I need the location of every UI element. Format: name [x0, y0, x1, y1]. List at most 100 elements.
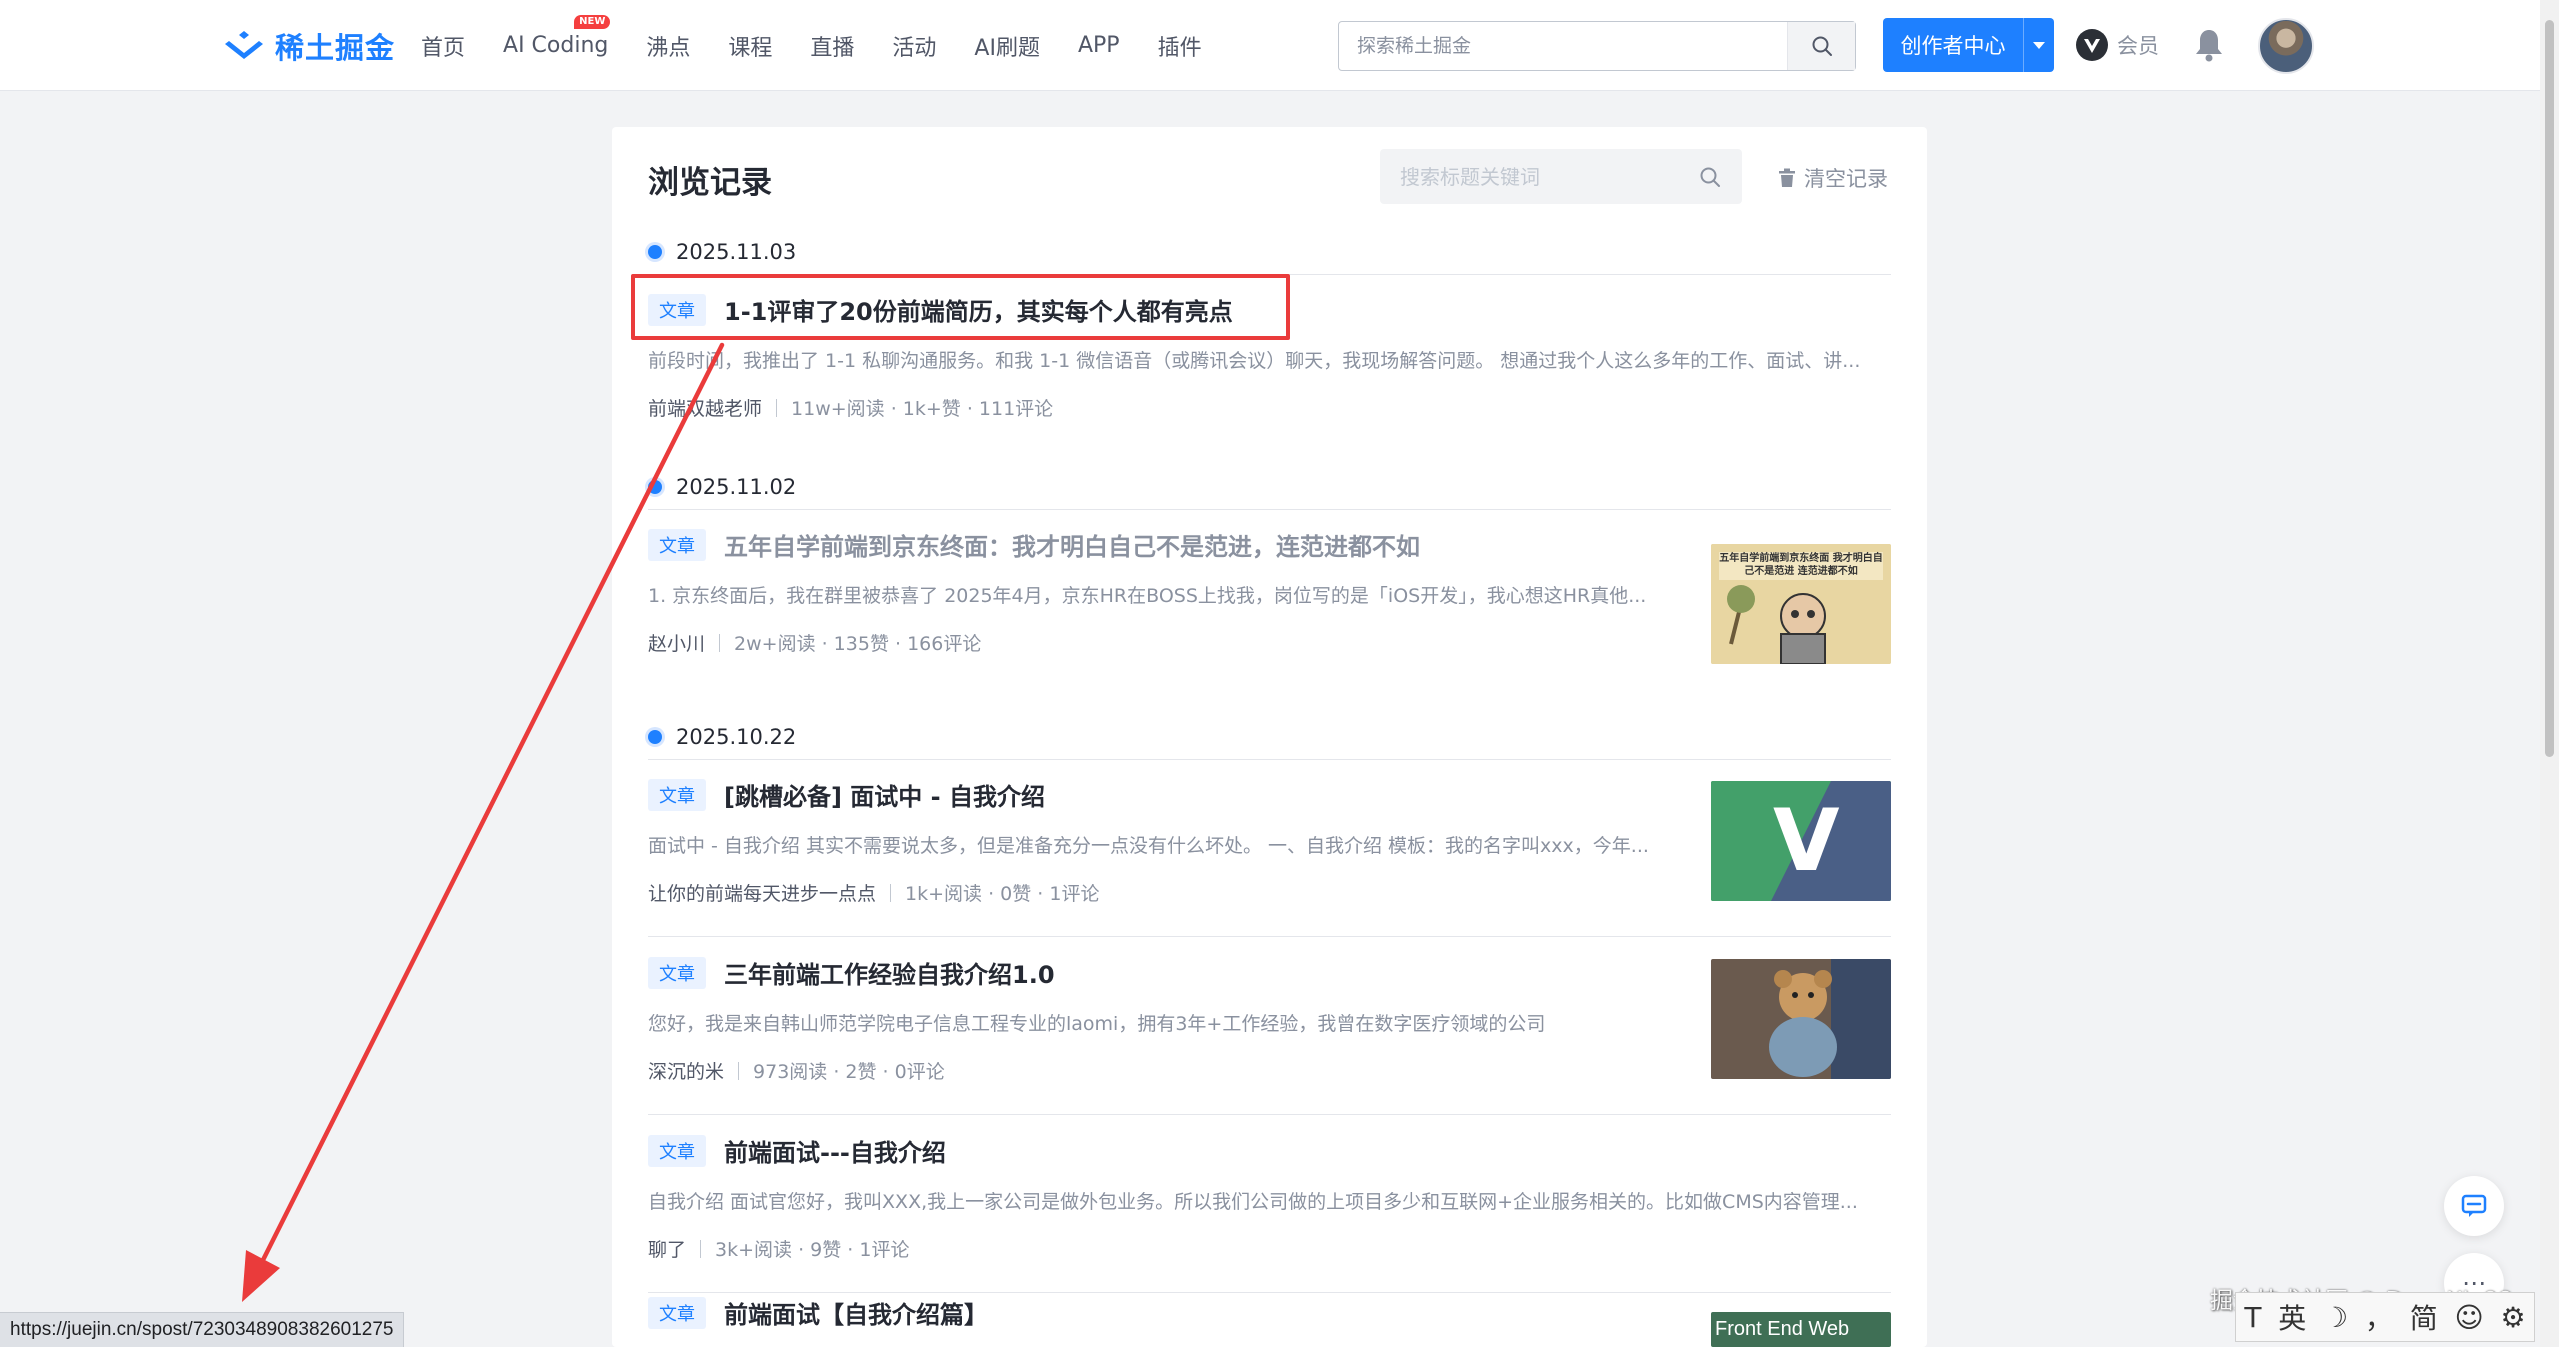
article-summary: 自我介绍 面试官您好，我叫XXX,我上一家公司是做外包业务。所以我们公司做的上项…: [648, 1191, 1858, 1213]
history-search-input[interactable]: [1380, 149, 1690, 204]
scrollbar-thumb[interactable]: [2545, 20, 2554, 757]
vip-badge-icon: [2076, 29, 2108, 61]
article-thumbnail[interactable]: Front End Web: [1711, 1312, 1891, 1347]
article-stats: 973阅读 · 2赞 · 0评论: [753, 1061, 945, 1083]
history-article[interactable]: 文章 1-1评审了20份前端简历，其实每个人都有亮点 前段时间，我推出了 1-1…: [648, 292, 1891, 448]
ime-emoji-icon[interactable]: ☺: [2454, 1301, 2483, 1334]
history-article[interactable]: 文章 [跳槽必备] 面试中 - 自我介绍 面试中 - 自我介绍 其实不需要说太多…: [648, 777, 1891, 937]
nav-home[interactable]: 首页: [421, 30, 465, 62]
article-tag: 文章: [648, 778, 706, 811]
nav-events[interactable]: 活动: [892, 30, 936, 62]
nav-ai-coding-label: AI Coding: [503, 33, 609, 58]
ime-punct-toggle[interactable]: ，: [2365, 1297, 2393, 1337]
article-stats: 2w+阅读 · 135赞 · 166评论: [734, 633, 982, 655]
history-article[interactable]: 文章 三年前端工作经验自我介绍1.0 您好，我是来自韩山师范学院电子信息工程专业…: [648, 955, 1891, 1115]
nav-events-label: 活动: [892, 35, 937, 61]
article-summary: 前段时间，我推出了 1-1 私聊沟通服务。和我 1-1 微信语音（或腾讯会议）聊…: [648, 350, 1861, 372]
date-group-header: 2025.11.02: [648, 464, 1891, 510]
nav-home-label: 首页: [421, 35, 466, 61]
article-meta: 赵小川 2w+阅读 · 135赞 · 166评论: [648, 629, 981, 656]
nav-pins[interactable]: 沸点: [646, 30, 690, 62]
meta-divider: [738, 1061, 740, 1080]
nav-live-label: 直播: [810, 35, 855, 61]
nav-app[interactable]: APP: [1078, 33, 1120, 58]
article-title[interactable]: [跳槽必备] 面试中 - 自我介绍: [724, 777, 1045, 812]
meta-divider: [776, 398, 778, 417]
notification-bell-icon[interactable]: [2193, 27, 2225, 63]
creator-center-label: 创作者中心: [1900, 34, 2006, 58]
history-article[interactable]: 文章 前端面试---自我介绍 自我介绍 面试官您好，我叫XXX,我上一家公司是做…: [648, 1133, 1891, 1293]
ime-settings-icon[interactable]: ⚙: [2500, 1301, 2525, 1334]
user-avatar[interactable]: [2258, 18, 2314, 74]
site-search-button[interactable]: [1787, 22, 1855, 70]
nav-extension[interactable]: 插件: [1158, 30, 1202, 62]
date-group-header: 2025.11.03: [648, 229, 1891, 275]
meta-divider: [700, 1239, 702, 1258]
article-author[interactable]: 前端双越老师: [648, 394, 762, 421]
page-title: 浏览记录: [648, 165, 772, 201]
article-meta: 深沉的米 973阅读 · 2赞 · 0评论: [648, 1057, 945, 1084]
page-scrollbar[interactable]: [2540, 0, 2559, 1347]
site-search-input[interactable]: [1339, 22, 1788, 70]
timeline-dot: [648, 244, 662, 259]
history-article[interactable]: 文章 五年自学前端到京东终面：我才明白自己不是范进，连范进都不如 1. 京东终面…: [648, 527, 1891, 683]
article-tag: 文章: [648, 528, 706, 561]
article-title[interactable]: 三年前端工作经验自我介绍1.0: [724, 955, 1055, 990]
nav-ai-practice-label: AI刷题: [974, 35, 1040, 61]
nav-live[interactable]: 直播: [810, 30, 854, 62]
article-author[interactable]: 让你的前端每天进步一点点: [648, 879, 876, 906]
article-meta: 前端双越老师 11w+阅读 · 1k+赞 · 111评论: [648, 394, 1053, 421]
nav-ai-coding[interactable]: AI Coding NEW: [503, 15, 611, 58]
article-stats: 1k+阅读 · 0赞 · 1评论: [905, 883, 1100, 905]
article-stats: 3k+阅读 · 9赞 · 1评论: [715, 1239, 910, 1261]
nav-courses[interactable]: 课程: [728, 30, 772, 62]
article-tag: 文章: [648, 956, 706, 989]
article-tag: 文章: [648, 293, 706, 326]
group-date: 2025.11.02: [676, 474, 797, 499]
article-thumbnail[interactable]: V: [1711, 781, 1891, 901]
new-badge: NEW: [574, 15, 611, 29]
article-meta: 聊了 3k+阅读 · 9赞 · 1评论: [648, 1235, 909, 1262]
site-search: [1338, 21, 1856, 71]
ime-moon-icon[interactable]: ☽: [2323, 1301, 2348, 1334]
article-tag: 文章: [648, 1296, 706, 1329]
logo-text: 稀土掘金: [275, 31, 396, 65]
top-navbar: 稀土掘金 首页 AI Coding NEW 沸点 课程 直播 活动 AI刷题 AP…: [0, 0, 2540, 91]
meta-divider: [719, 633, 721, 652]
ime-simplified-toggle[interactable]: 简: [2410, 1297, 2438, 1337]
article-author[interactable]: 深沉的米: [648, 1057, 724, 1084]
article-thumbnail[interactable]: 五年自学前端到京东终面 我才明白自己不是范进 连范进都不如: [1711, 544, 1891, 664]
article-meta: 让你的前端每天进步一点点 1k+阅读 · 0赞 · 1评论: [648, 879, 1099, 906]
creator-dropdown-toggle[interactable]: [2023, 18, 2054, 72]
article-title[interactable]: 五年自学前端到京东终面：我才明白自己不是范进，连范进都不如: [724, 527, 1420, 562]
nav-courses-label: 课程: [728, 35, 773, 61]
juejin-logo[interactable]: 稀土掘金: [223, 26, 395, 66]
thumbnail-caption: 五年自学前端到京东终面 我才明白自己不是范进 连范进都不如: [1719, 553, 1883, 577]
creator-center-button[interactable]: 创作者中心: [1883, 18, 2054, 72]
group-date: 2025.11.03: [676, 239, 797, 264]
vip-label: 会员: [2117, 34, 2159, 58]
vip-entry[interactable]: 会员: [2075, 28, 2159, 62]
ime-lang-toggle[interactable]: 英: [2278, 1297, 2306, 1337]
timeline-dot: [648, 729, 662, 744]
trash-icon: [1779, 168, 1795, 187]
history-article[interactable]: 文章 前端面试【自我介绍篇】 Front End Web: [648, 1295, 1891, 1347]
article-title[interactable]: 前端面试---自我介绍: [724, 1133, 946, 1168]
feedback-button[interactable]: [2444, 1176, 2504, 1236]
article-thumbnail[interactable]: [1711, 959, 1891, 1079]
article-stats: 11w+阅读 · 1k+赞 · 111评论: [791, 398, 1054, 420]
ime-toolbar: T 英 ☽ ， 简 ☺ ⚙: [2235, 1292, 2535, 1342]
article-summary: 您好，我是来自韩山师范学院电子信息工程专业的laomi，拥有3年+工作经验，我曾…: [648, 1013, 1546, 1035]
article-author[interactable]: 聊了: [648, 1235, 686, 1262]
article-summary: 面试中 - 自我介绍 其实不需要说太多，但是准备充分一点没有什么坏处。 一、自我…: [648, 835, 1649, 857]
article-title[interactable]: 前端面试【自我介绍篇】: [724, 1295, 988, 1330]
clear-history-button[interactable]: 清空记录: [1776, 163, 1888, 193]
juejin-logo-icon: [225, 31, 263, 59]
meta-divider: [890, 883, 892, 902]
article-author[interactable]: 赵小川: [648, 629, 705, 656]
search-icon[interactable]: [1698, 165, 1722, 189]
article-title[interactable]: 1-1评审了20份前端简历，其实每个人都有亮点: [724, 292, 1233, 327]
ime-handle[interactable]: T: [2244, 1301, 2261, 1334]
nav-ai-practice[interactable]: AI刷题: [974, 30, 1040, 62]
date-group-header: 2025.10.22: [648, 714, 1891, 760]
